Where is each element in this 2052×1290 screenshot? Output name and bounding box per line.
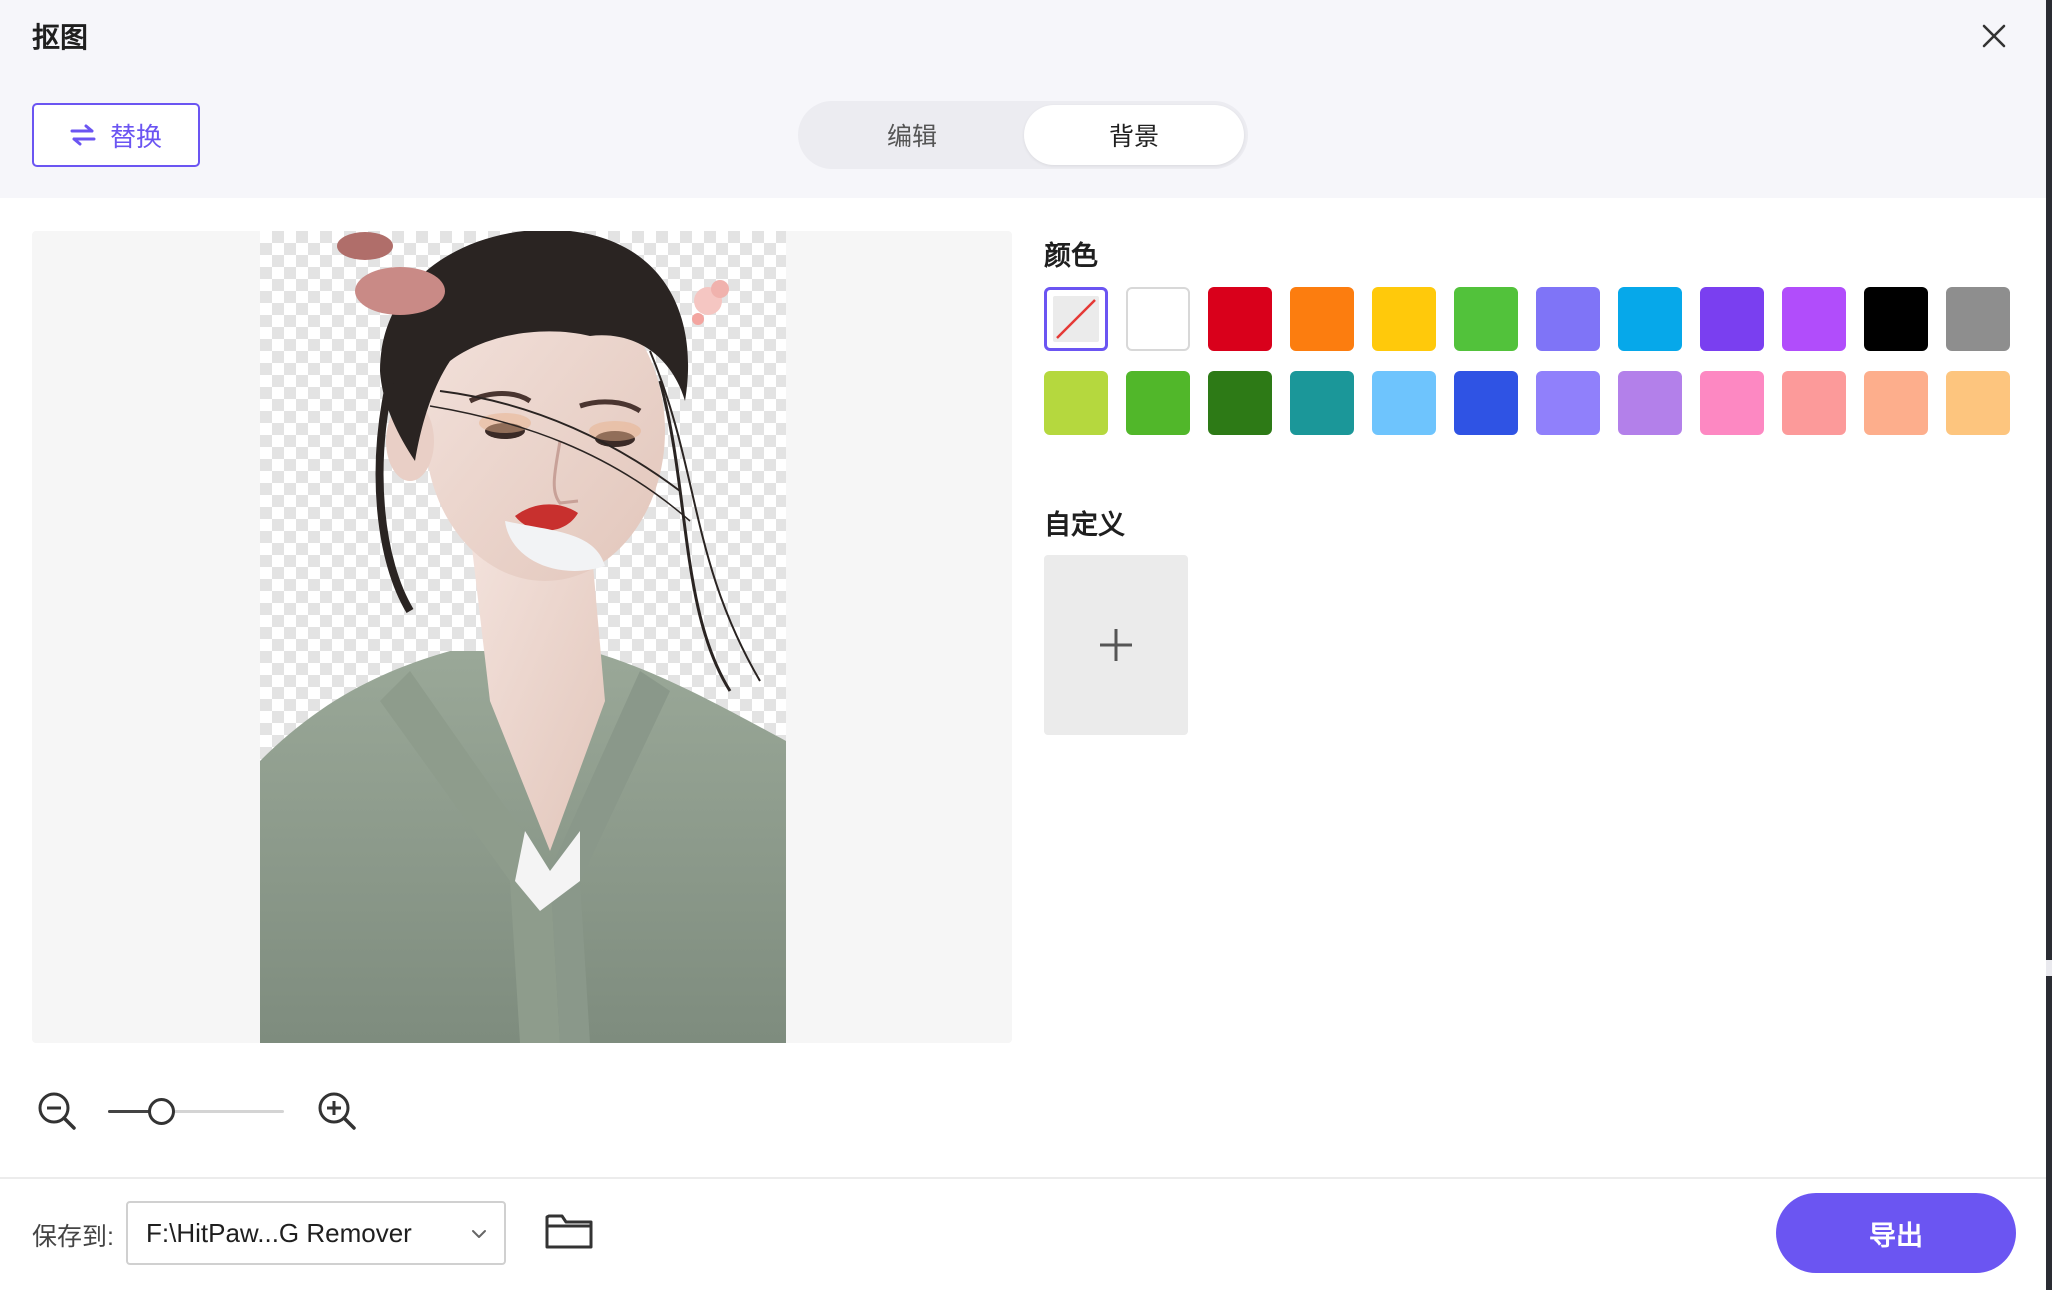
swatch-transparent[interactable] bbox=[1044, 287, 1108, 351]
swatch-color[interactable] bbox=[1290, 287, 1354, 351]
preview-canvas bbox=[32, 231, 1012, 1043]
save-to-label: 保存到: bbox=[32, 1223, 114, 1251]
swatch-color[interactable] bbox=[1864, 287, 1928, 351]
swatch-color[interactable] bbox=[1126, 371, 1190, 435]
mode-tabs: 编辑 背景 bbox=[798, 101, 1248, 169]
swatch-color[interactable] bbox=[1208, 371, 1272, 435]
swatch-color[interactable] bbox=[1208, 287, 1272, 351]
swatch-color[interactable] bbox=[1618, 287, 1682, 351]
close-icon bbox=[1982, 24, 2006, 48]
zoom-in-button[interactable] bbox=[316, 1090, 358, 1132]
cutout-dialog: 抠图 替换 编辑 背景 颜色 自定义 保存到: F:\HitPaw...G Re… bbox=[0, 0, 2052, 1290]
dialog-title: 抠图 bbox=[32, 22, 89, 53]
open-folder-button[interactable] bbox=[544, 1211, 594, 1251]
swatch-color[interactable] bbox=[1290, 371, 1354, 435]
replace-label: 替换 bbox=[109, 121, 162, 152]
export-button[interactable]: 导出 bbox=[1776, 1193, 2016, 1273]
zoom-in-icon bbox=[318, 1092, 356, 1130]
swatch-color[interactable] bbox=[1946, 287, 2010, 351]
swatch-color[interactable] bbox=[1536, 287, 1600, 351]
cutout-image bbox=[260, 231, 786, 1043]
swatch-color[interactable] bbox=[1536, 371, 1600, 435]
zoom-out-icon bbox=[38, 1092, 76, 1130]
swatch-color[interactable] bbox=[1618, 371, 1682, 435]
no-color-icon bbox=[1056, 299, 1096, 339]
save-path-dropdown[interactable]: F:\HitPaw...G Remover bbox=[126, 1201, 506, 1265]
zoom-out-button[interactable] bbox=[36, 1090, 78, 1132]
portrait-illustration bbox=[260, 231, 786, 1043]
dialog-header: 抠图 替换 编辑 背景 bbox=[0, 0, 2046, 198]
plus-icon bbox=[1100, 629, 1132, 661]
add-custom-background-button[interactable] bbox=[1044, 555, 1188, 735]
zoom-slider[interactable] bbox=[108, 1098, 284, 1125]
swatch-color[interactable] bbox=[1454, 287, 1518, 351]
tab-background[interactable]: 背景 bbox=[1024, 105, 1244, 165]
window-edge bbox=[2046, 0, 2052, 1290]
swatch-color[interactable] bbox=[1700, 287, 1764, 351]
swatch-color[interactable] bbox=[1782, 287, 1846, 351]
folder-icon bbox=[545, 1214, 593, 1249]
zoom-slider-thumb[interactable] bbox=[147, 1098, 175, 1125]
swatch-color[interactable] bbox=[1864, 371, 1928, 435]
custom-section-label: 自定义 bbox=[1044, 510, 1125, 540]
chevron-down-icon bbox=[472, 1230, 486, 1238]
swatch-white[interactable] bbox=[1126, 287, 1190, 351]
save-path-value: F:\HitPaw...G Remover bbox=[146, 1217, 412, 1248]
swap-icon bbox=[70, 124, 96, 146]
swatch-color[interactable] bbox=[1946, 371, 2010, 435]
scrollbar-handle[interactable] bbox=[2046, 960, 2052, 976]
swatch-color[interactable] bbox=[1782, 371, 1846, 435]
tab-edit[interactable]: 编辑 bbox=[802, 105, 1022, 165]
color-section-label: 颜色 bbox=[1044, 241, 1098, 271]
swatch-color[interactable] bbox=[1372, 371, 1436, 435]
swatch-color[interactable] bbox=[1044, 371, 1108, 435]
footer-divider bbox=[0, 1177, 2046, 1179]
replace-button[interactable]: 替换 bbox=[32, 103, 200, 167]
swatch-color[interactable] bbox=[1454, 371, 1518, 435]
close-button[interactable] bbox=[1972, 14, 2014, 56]
swatch-color[interactable] bbox=[1700, 371, 1764, 435]
swatch-color[interactable] bbox=[1372, 287, 1436, 351]
